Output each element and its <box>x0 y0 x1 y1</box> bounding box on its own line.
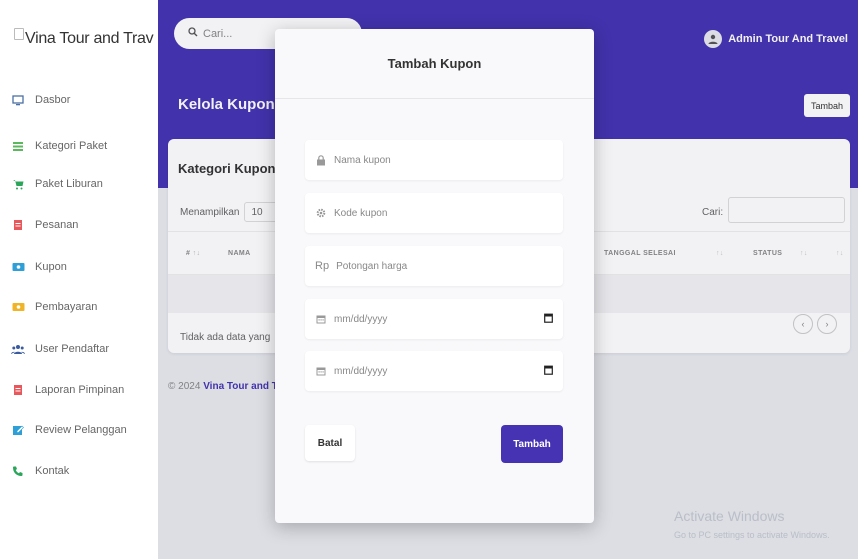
currency-prefix: Rp <box>315 260 330 272</box>
ticket-icon <box>11 260 25 274</box>
add-coupon-modal: Tambah Kupon Nama kupon Kode kupon Rp Po… <box>275 29 594 523</box>
broken-image-icon <box>14 28 24 40</box>
sidebar-item-label: Kontak <box>35 465 70 477</box>
sidebar-item-kategori-paket[interactable]: Kategori Paket <box>11 136 107 156</box>
sidebar-item-label: Pesanan <box>35 219 79 231</box>
discount-input[interactable]: Rp Potongan harga <box>305 246 563 286</box>
phone-icon <box>11 464 25 478</box>
discount-placeholder: Potongan harga <box>336 260 408 272</box>
submit-coupon-button[interactable]: Tambah <box>501 425 563 463</box>
coupon-code-placeholder: Kode kupon <box>334 207 388 219</box>
sidebar-item-label: Dasbor <box>35 94 71 106</box>
money-icon <box>11 300 25 314</box>
sidebar-item-pembayaran[interactable]: Pembayaran <box>11 297 97 317</box>
sidebar-item-label: Pembayaran <box>35 301 98 313</box>
gear-icon <box>315 208 327 218</box>
sidebar-item-dasbor[interactable]: Dasbor <box>11 90 70 110</box>
report-icon <box>11 383 25 397</box>
sidebar-item-label: Kategori Paket <box>35 140 108 152</box>
sidebar-item-kontak[interactable]: Kontak <box>11 461 69 481</box>
coupon-name-input[interactable]: Nama kupon <box>305 140 563 180</box>
end-date-placeholder: mm/dd/yyyy <box>334 365 388 377</box>
users-icon <box>11 342 25 356</box>
coupon-code-input[interactable]: Kode kupon <box>305 193 563 233</box>
lock-icon <box>315 154 327 166</box>
cancel-button[interactable]: Batal <box>305 425 355 461</box>
cart-icon <box>11 177 25 191</box>
brand-logo[interactable]: Vina Tour and Trav <box>14 26 154 48</box>
start-date-placeholder: mm/dd/yyyy <box>334 313 388 325</box>
sidebar: Vina Tour and Trav Dasbor Kategori Paket… <box>0 0 158 559</box>
sidebar-item-label: Laporan Pimpinan <box>35 384 125 396</box>
document-icon <box>11 218 25 232</box>
sidebar-item-kupon[interactable]: Kupon <box>11 257 67 277</box>
end-date-input[interactable]: mm/dd/yyyy <box>305 351 563 391</box>
date-picker-icon[interactable] <box>544 365 553 378</box>
sidebar-item-review-pelanggan[interactable]: Review Pelanggan <box>11 420 127 440</box>
calendar-icon <box>315 314 327 324</box>
edit-icon <box>11 423 25 437</box>
coupon-name-placeholder: Nama kupon <box>334 154 391 166</box>
sidebar-item-paket-liburan[interactable]: Paket Liburan <box>11 174 103 194</box>
sidebar-item-label: Paket Liburan <box>35 178 103 190</box>
sidebar-item-label: Review Pelanggan <box>35 424 127 436</box>
modal-title: Tambah Kupon <box>275 29 594 99</box>
sidebar-item-laporan-pimpinan[interactable]: Laporan Pimpinan <box>11 380 124 400</box>
sidebar-item-label: Kupon <box>35 261 67 273</box>
brand-name: Vina Tour and Trav <box>25 30 154 47</box>
sidebar-item-user-pendaftar[interactable]: User Pendaftar <box>11 339 109 359</box>
calendar-icon <box>315 366 327 376</box>
sidebar-item-label: User Pendaftar <box>35 343 109 355</box>
list-icon <box>11 139 25 153</box>
date-picker-icon[interactable] <box>544 313 553 326</box>
start-date-input[interactable]: mm/dd/yyyy <box>305 299 563 339</box>
monitor-icon <box>11 93 25 107</box>
sidebar-item-pesanan[interactable]: Pesanan <box>11 215 78 235</box>
